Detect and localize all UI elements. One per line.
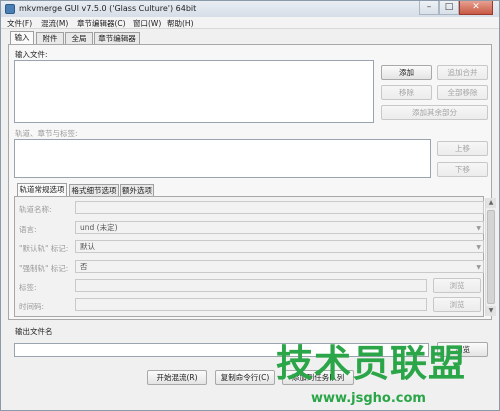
watermark-url: www.jsgho.com [311, 391, 426, 406]
timecodes-browse-button[interactable]: 浏览 [433, 297, 481, 312]
maximize-button[interactable]: □ [439, 1, 459, 15]
minimize-button[interactable]: – [419, 1, 439, 15]
copy-command-line-button[interactable]: 复制命令行(C) [215, 370, 275, 385]
tab-input[interactable]: 输入 [10, 31, 34, 44]
remove-all-button[interactable]: 全部移除 [437, 85, 488, 100]
menu-help[interactable]: 帮助(H) [167, 18, 194, 29]
chevron-down-icon: ▼ [476, 264, 481, 271]
add-other-parts-button[interactable]: 添加其余部分 [381, 105, 488, 120]
tracks-list[interactable] [14, 139, 431, 178]
output-filename-label: 输出文件名 [15, 327, 53, 336]
app-icon [5, 4, 15, 14]
menu-window[interactable]: 窗口(W) [133, 18, 161, 29]
forced-flag-label: "强制轨" 标记: [19, 264, 69, 273]
menu-bar: 文件(F) 混流(M) 章节编辑器(C) 窗口(W) 帮助(H) [1, 17, 499, 29]
language-value: und (未定) [80, 223, 118, 232]
menu-file[interactable]: 文件(F) [7, 18, 32, 29]
timecodes-input[interactable] [75, 298, 427, 311]
watermark-text: 技术员联盟 [276, 342, 466, 385]
language-select[interactable]: und (未定) ▼ [75, 221, 484, 234]
language-label: 语言: [19, 225, 37, 234]
tab-format-options[interactable]: 格式细节选项 [69, 184, 119, 196]
chevron-down-icon: ▼ [476, 225, 481, 232]
close-button[interactable]: ✕ [459, 1, 493, 15]
append-button[interactable]: 追加合并 [437, 65, 488, 80]
menu-chapter-editor[interactable]: 章节编辑器(C) [77, 18, 126, 29]
forced-flag-select[interactable]: 否 ▼ [75, 260, 484, 273]
track-name-input[interactable] [75, 201, 484, 214]
options-scrollbar[interactable]: ▲ ▼ [485, 198, 496, 316]
track-name-label: 轨道名称: [19, 205, 52, 214]
start-muxing-button[interactable]: 开始混流(R) [147, 370, 207, 385]
tab-general-track-options[interactable]: 轨道常规选项 [17, 183, 67, 196]
scroll-up-icon[interactable]: ▲ [486, 198, 496, 208]
tab-extra-options[interactable]: 额外选项 [120, 184, 154, 196]
default-flag-value: 默认 [80, 242, 95, 251]
default-flag-label: "默认轨" 标记: [19, 244, 69, 253]
tags-browse-button[interactable]: 浏览 [433, 278, 481, 293]
move-down-button[interactable]: 下移 [437, 162, 488, 177]
timecodes-label: 时间码: [19, 302, 45, 311]
default-flag-select[interactable]: 默认 ▼ [75, 240, 484, 253]
tab-global[interactable]: 全局 [65, 32, 93, 44]
tracks-label: 轨道、章节与标签: [15, 129, 78, 138]
menu-mux[interactable]: 混流(M) [41, 18, 68, 29]
forced-flag-value: 否 [80, 262, 88, 271]
tab-attachments[interactable]: 附件 [36, 32, 64, 44]
tags-input[interactable] [75, 279, 427, 292]
title-bar[interactable]: mkvmerge GUI v7.5.0 ('Glass Culture') 64… [1, 1, 499, 17]
move-up-button[interactable]: 上移 [437, 141, 488, 156]
input-files-label: 输入文件: [15, 50, 48, 59]
input-files-list[interactable] [14, 60, 374, 123]
tab-chapter-editor[interactable]: 章节编辑器 [94, 32, 140, 44]
window-title: mkvmerge GUI v7.5.0 ('Glass Culture') 64… [19, 4, 197, 13]
tags-label: 标签: [19, 283, 37, 292]
add-button[interactable]: 添加 [381, 65, 432, 80]
remove-button[interactable]: 移除 [381, 85, 432, 100]
chevron-down-icon: ▼ [476, 244, 481, 251]
scroll-thumb[interactable] [487, 210, 495, 304]
scroll-down-icon[interactable]: ▼ [486, 306, 496, 316]
